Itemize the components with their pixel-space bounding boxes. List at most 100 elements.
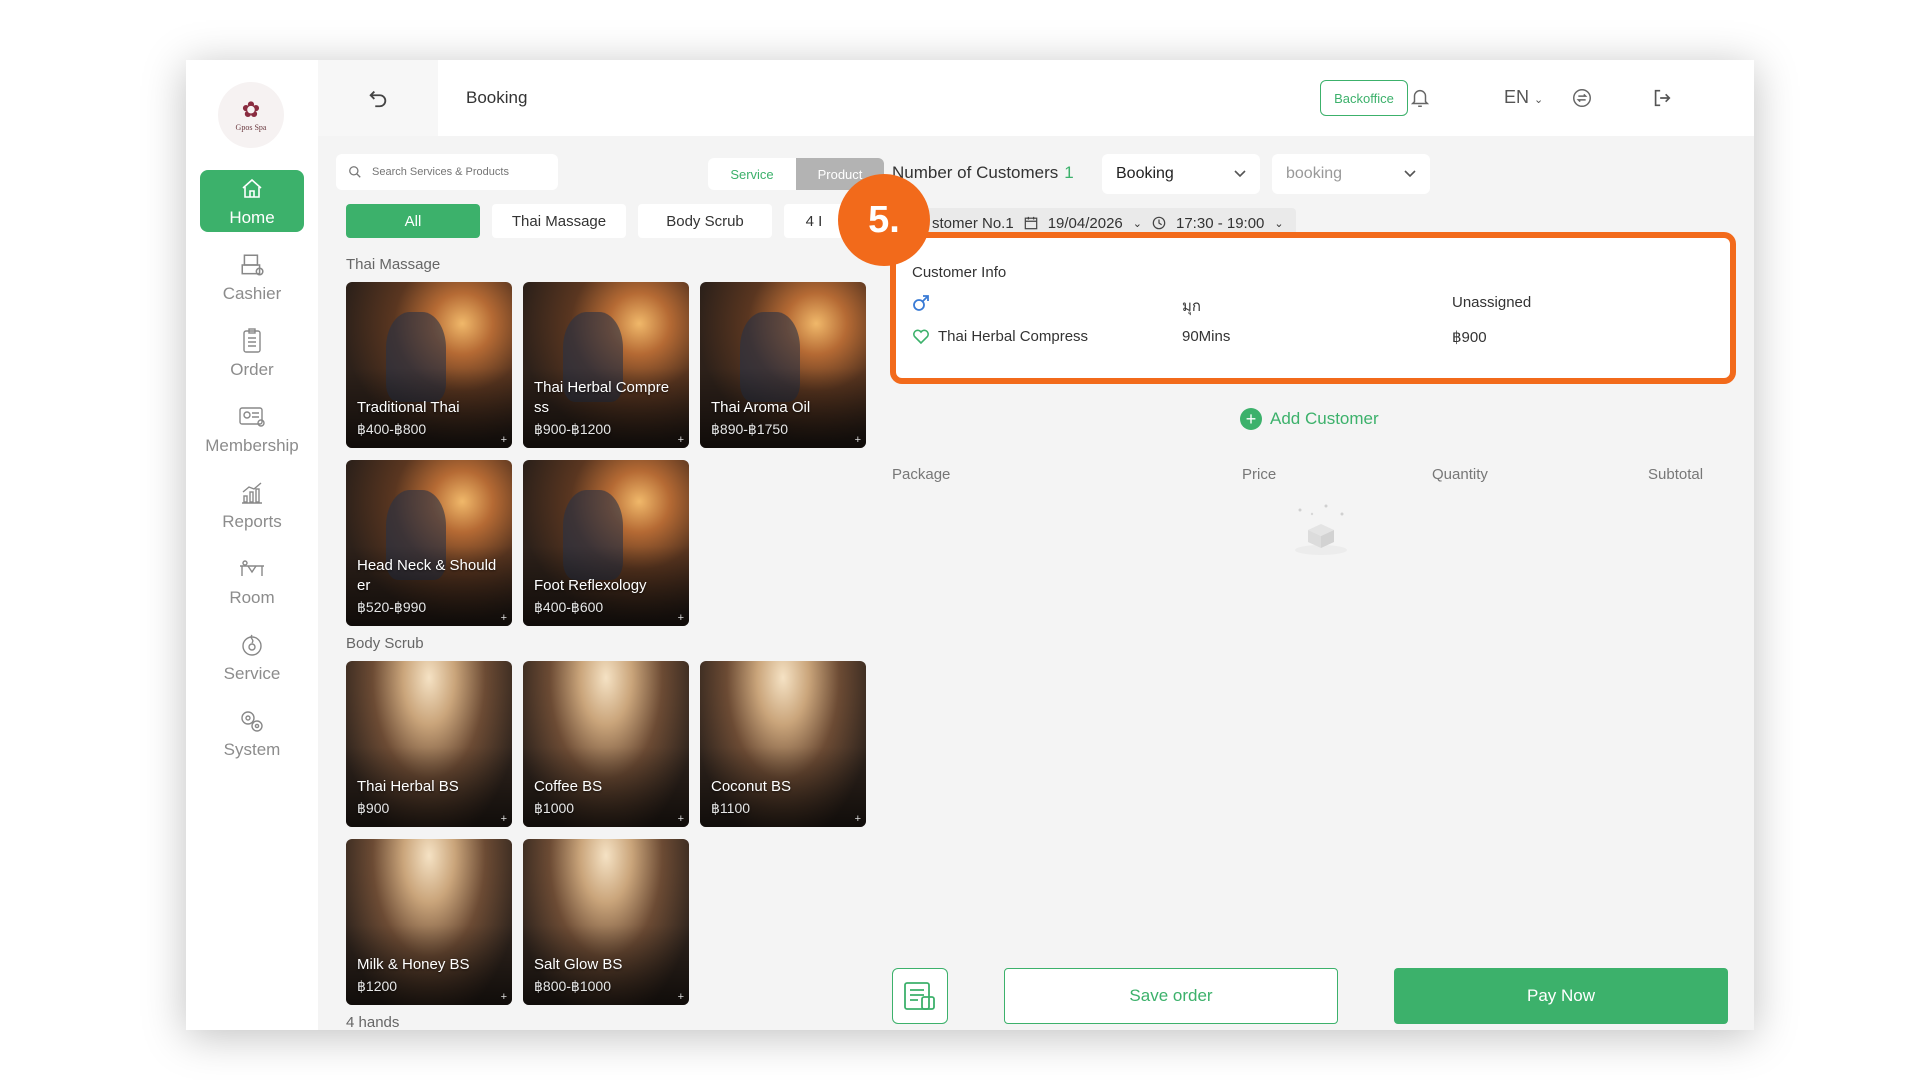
lotus-logo-icon: ✿ xyxy=(241,96,261,122)
service-card[interactable]: Coconut BS ฿1100 + xyxy=(700,661,866,827)
sidebar-item-cashier[interactable]: Cashier xyxy=(200,246,304,308)
customer-tab-label: stomer No.1 xyxy=(932,214,1014,232)
booking-time[interactable]: 17:30 - 19:00 xyxy=(1176,215,1264,232)
reports-icon xyxy=(237,478,267,508)
category-four-hands[interactable]: 4 I xyxy=(784,204,844,238)
undo-icon xyxy=(369,90,387,108)
membership-icon xyxy=(237,402,267,432)
service-card[interactable]: Milk & Honey BS ฿1200 + xyxy=(346,839,512,1005)
add-icon: + xyxy=(677,991,684,1003)
service-card[interactable]: Thai Herbal Compre ss ฿900-฿1200 + xyxy=(523,282,689,448)
sidebar-item-order[interactable]: Order xyxy=(200,322,304,384)
number-of-customers: Number of Customers 1 xyxy=(892,163,1074,183)
booking-status-value: booking xyxy=(1286,165,1343,182)
sidebar-item-label: Membership xyxy=(205,436,299,455)
number-of-customers-label: Number of Customers xyxy=(892,163,1059,182)
sidebar-item-reports[interactable]: Reports xyxy=(200,474,304,536)
room-assignment[interactable]: Unassigned xyxy=(1452,294,1531,311)
card-name: Traditional Thai xyxy=(357,399,460,416)
pay-now-button[interactable]: Pay Now xyxy=(1394,968,1728,1024)
add-icon: + xyxy=(500,813,507,825)
service-icon xyxy=(237,630,267,660)
service-card[interactable]: Salt Glow BS ฿800-฿1000 + xyxy=(523,839,689,1005)
category-body-scrub[interactable]: Body Scrub xyxy=(638,204,772,238)
card-price: ฿900-฿1200 xyxy=(534,421,611,437)
language-selector[interactable]: EN ⌄ xyxy=(1504,87,1543,108)
add-icon: + xyxy=(500,991,507,1003)
card-name: Coffee BS xyxy=(534,778,603,795)
category-filter: All Thai Massage Body Scrub 4 I xyxy=(346,204,844,238)
sidebar-item-label: Order xyxy=(230,360,274,379)
card-name: Thai Herbal BS xyxy=(357,778,459,795)
add-customer-label: Add Customer xyxy=(1270,409,1379,428)
male-gender-icon xyxy=(913,295,929,311)
sidebar-item-label: System xyxy=(223,740,281,759)
add-icon: + xyxy=(854,434,861,446)
card-name: Thai Aroma Oil xyxy=(711,399,811,416)
customer-info-panel: Customer Info มุก Unassigned Thai Herbal… xyxy=(890,232,1736,384)
back-button[interactable] xyxy=(318,60,438,136)
logo: ✿ Gpos Spa xyxy=(218,82,284,148)
sidebar-item-system[interactable]: System xyxy=(200,702,304,764)
section-title-body-scrub: Body Scrub xyxy=(346,635,424,652)
card-price: ฿520-฿990 xyxy=(357,599,427,615)
chevron-down-icon xyxy=(1404,170,1416,178)
sidebar-item-label: Service xyxy=(223,664,281,683)
empty-box-icon xyxy=(1295,504,1347,555)
booking-date[interactable]: 19/04/2026 xyxy=(1048,215,1123,232)
search-box[interactable] xyxy=(336,154,558,190)
sidebar-item-room[interactable]: Room xyxy=(200,550,304,612)
sidebar-item-label: Home xyxy=(229,208,275,227)
therapist-name: มุก xyxy=(1182,298,1201,315)
sidebar-nav: Home Cashier Order Membership Reports Ro… xyxy=(200,170,304,778)
service-card[interactable]: Traditional Thai ฿400-฿800 + xyxy=(346,282,512,448)
step-badge: 5. xyxy=(838,174,930,266)
add-customer-button[interactable]: + Add Customer xyxy=(1240,408,1379,430)
service-card[interactable]: Coffee BS ฿1000 + xyxy=(523,661,689,827)
sidebar-item-label: Room xyxy=(229,588,275,607)
receipt-notes-button[interactable] xyxy=(892,968,948,1024)
app-window: ✿ Gpos Spa Home Cashier Order Membership… xyxy=(186,60,1754,1030)
backoffice-button[interactable]: Backoffice xyxy=(1320,80,1408,116)
tab-service[interactable]: Service xyxy=(708,158,796,190)
logout-icon[interactable] xyxy=(1646,82,1678,114)
sidebar: ✿ Gpos Spa Home Cashier Order Membership… xyxy=(186,60,318,1030)
column-header-package: Package xyxy=(892,466,951,483)
customer-info-header: Customer Info xyxy=(912,264,1007,281)
add-icon: + xyxy=(677,434,684,446)
booking-type-select[interactable]: Booking xyxy=(1102,154,1260,194)
sync-icon[interactable] xyxy=(1566,82,1598,114)
room-icon xyxy=(237,554,267,584)
sidebar-item-home[interactable]: Home xyxy=(200,170,304,232)
save-order-button[interactable]: Save order xyxy=(1004,968,1338,1024)
service-card[interactable]: Thai Aroma Oil ฿890-฿1750 + xyxy=(700,282,866,448)
card-price: ฿1000 xyxy=(534,800,575,816)
card-name: Thai Herbal Compre ss xyxy=(534,379,670,416)
logo-text: Gpos Spa xyxy=(235,122,267,132)
sidebar-item-membership[interactable]: Membership xyxy=(200,398,304,460)
number-of-customers-value: 1 xyxy=(1064,163,1074,182)
plus-circle-icon: + xyxy=(1240,408,1262,430)
service-duration: 90Mins xyxy=(1182,328,1231,345)
card-name: Coconut BS xyxy=(711,778,792,795)
card-price: ฿890-฿1750 xyxy=(711,421,788,437)
category-all[interactable]: All xyxy=(346,204,480,238)
card-name: Milk & Honey BS xyxy=(357,956,470,973)
add-icon: + xyxy=(500,434,507,446)
search-input[interactable] xyxy=(372,166,542,178)
clock-icon xyxy=(1152,216,1166,230)
card-name: Head Neck & Should er xyxy=(357,557,497,594)
notification-bell-icon[interactable] xyxy=(1404,82,1436,114)
chevron-down-icon: ⌄ xyxy=(1534,94,1544,106)
receipt-icon xyxy=(904,982,935,1010)
booking-status-select[interactable]: booking xyxy=(1272,154,1430,194)
service-card[interactable]: Head Neck & Should er ฿520-฿990 + xyxy=(346,460,512,626)
sidebar-item-label: Reports xyxy=(222,512,282,531)
add-icon: + xyxy=(854,813,861,825)
card-name: Foot Reflexology xyxy=(534,577,647,594)
service-card[interactable]: Thai Herbal BS ฿900 + xyxy=(346,661,512,827)
sidebar-item-service[interactable]: Service xyxy=(200,626,304,688)
category-thai-massage[interactable]: Thai Massage xyxy=(492,204,626,238)
top-bar: Booking Backoffice EN ⌄ xyxy=(318,60,1754,136)
service-card[interactable]: Foot Reflexology ฿400-฿600 + xyxy=(523,460,689,626)
